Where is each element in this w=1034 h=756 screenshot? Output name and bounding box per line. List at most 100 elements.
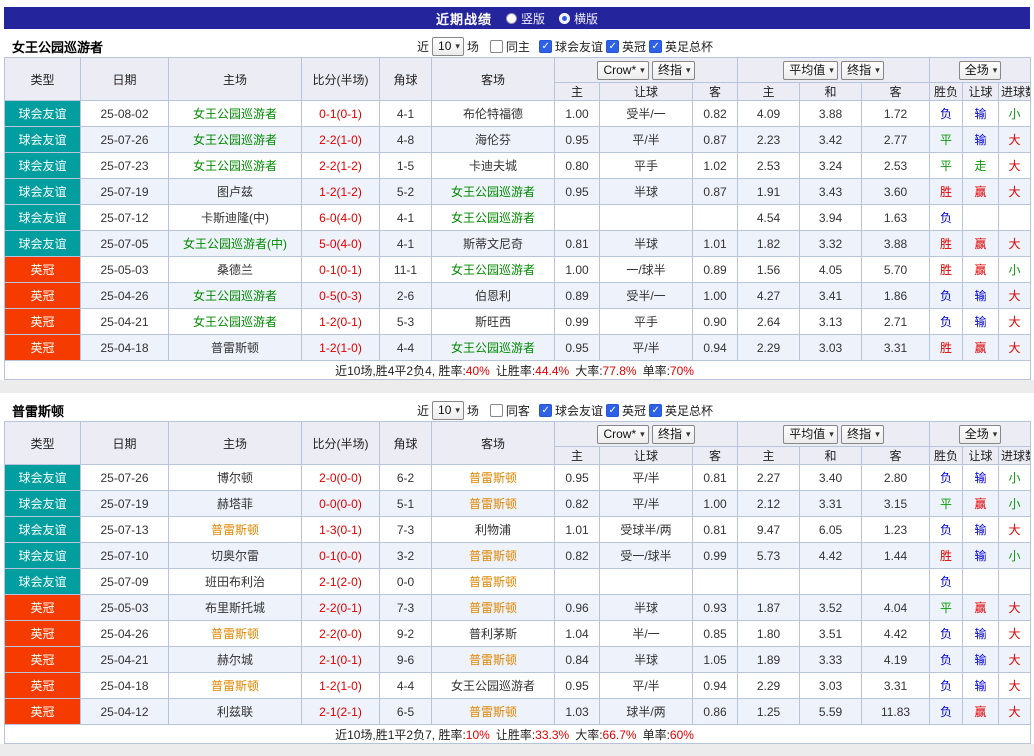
away-team[interactable]: 海伦芬	[431, 126, 555, 153]
same-venue-checkbox[interactable]	[489, 39, 503, 53]
away-team[interactable]: 利物浦	[431, 516, 555, 543]
average-select[interactable]: 平均值 ▾	[783, 424, 838, 444]
avg-draw: 3.31	[799, 490, 862, 517]
away-team[interactable]: 普利茅斯	[431, 620, 555, 647]
home-team[interactable]: 女王公园巡游者	[168, 308, 302, 335]
corners: 3-2	[379, 542, 432, 569]
league-badge: 英冠	[4, 282, 81, 309]
result-handicap: 输	[962, 516, 1000, 543]
odds-away: 0.94	[692, 334, 738, 361]
away-team[interactable]: 普雷斯顿	[431, 646, 555, 673]
home-team[interactable]: 普雷斯顿	[168, 334, 302, 361]
avg-draw: 3.24	[799, 152, 862, 179]
filters-bar: 近 10▾ 场 同客 球会友谊 英冠 英足总杯	[417, 400, 713, 420]
filter-friendly-checkbox[interactable]	[538, 403, 552, 417]
avg-home: 1.56	[737, 256, 800, 283]
home-team[interactable]: 赫尔城	[168, 646, 302, 673]
match-score: 2-1(2-0)	[301, 568, 380, 595]
away-team[interactable]: 普雷斯顿	[431, 490, 555, 517]
col-type: 类型	[4, 57, 81, 101]
home-team[interactable]: 班田布利治	[168, 568, 302, 595]
col-date: 日期	[80, 57, 169, 101]
layout-option-horizontal[interactable]: 横版	[559, 10, 598, 27]
match-date: 25-05-03	[80, 256, 169, 283]
result-outcome: 胜	[929, 542, 964, 569]
odds-handicap: 平/半	[599, 672, 693, 699]
home-team[interactable]: 博尔顿	[168, 464, 302, 491]
average-select[interactable]: 平均值 ▾	[783, 60, 838, 80]
corners: 7-3	[379, 516, 432, 543]
home-team[interactable]: 布里斯托城	[168, 594, 302, 621]
odds-away: 0.99	[692, 542, 738, 569]
match-row: 英冠 25-04-26 普雷斯顿 2-2(0-0) 9-2 普利茅斯 1.04 半/一 0.85…	[4, 620, 1032, 647]
odds-stage-select[interactable]: 终指 ▾	[652, 60, 695, 80]
away-team[interactable]: 女王公园巡游者	[431, 204, 555, 231]
away-team[interactable]: 普雷斯顿	[431, 464, 555, 491]
col-odds-handicap: 让球	[599, 446, 693, 465]
filter-championship-checkbox[interactable]	[605, 403, 619, 417]
avg-home: 1.89	[737, 646, 800, 673]
home-team[interactable]: 普雷斯顿	[168, 516, 302, 543]
col-odds-handicap: 让球	[599, 82, 693, 101]
away-team[interactable]: 普雷斯顿	[431, 698, 555, 725]
odds-source-select[interactable]: Crow* ▾	[597, 424, 649, 444]
result-goals: 大	[998, 178, 1032, 205]
home-team[interactable]: 女王公园巡游者(中)	[168, 230, 302, 257]
scope-select[interactable]: 全场 ▾	[958, 424, 1002, 444]
home-team[interactable]: 女王公园巡游者	[168, 126, 302, 153]
home-team[interactable]: 女王公园巡游者	[168, 282, 302, 309]
odds-home: 0.96	[554, 594, 600, 621]
filter-friendly-checkbox[interactable]	[538, 39, 552, 53]
odds-stage-select[interactable]: 终指 ▾	[652, 424, 695, 444]
away-team[interactable]: 斯蒂文尼奇	[431, 230, 555, 257]
odds-handicap: 受一/球半	[599, 542, 693, 569]
away-team[interactable]: 斯旺西	[431, 308, 555, 335]
away-team[interactable]: 女王公园巡游者	[431, 256, 555, 283]
filter-facup-checkbox[interactable]	[648, 39, 662, 53]
same-venue-checkbox[interactable]	[489, 403, 503, 417]
bottom-band	[0, 744, 1034, 756]
summary-text: 近10场,胜4平2负4, 胜率:40% 让胜率:44.4% 大率:77.8% 单率:7…	[3, 360, 1032, 380]
odds-away: 0.81	[692, 516, 738, 543]
home-team[interactable]: 女王公园巡游者	[168, 100, 302, 127]
home-team[interactable]: 图卢兹	[168, 178, 302, 205]
home-team[interactable]: 普雷斯顿	[168, 672, 302, 699]
home-team[interactable]: 女王公园巡游者	[168, 152, 302, 179]
filter-facup-checkbox[interactable]	[648, 403, 662, 417]
filter-friendly-label: 球会友谊	[554, 39, 603, 54]
away-team[interactable]: 女王公园巡游者	[431, 178, 555, 205]
match-score: 1-2(0-1)	[301, 308, 380, 335]
avg-away: 1.72	[860, 100, 931, 127]
corners: 5-2	[379, 178, 432, 205]
col-corner: 角球	[379, 57, 432, 101]
away-team[interactable]: 普雷斯顿	[431, 594, 555, 621]
layout-option-vertical[interactable]: 竖版	[505, 10, 545, 27]
away-team[interactable]: 伯恩利	[431, 282, 555, 309]
away-team[interactable]: 女王公园巡游者	[431, 334, 555, 361]
scope-select[interactable]: 全场 ▾	[958, 60, 1002, 80]
avg-home: 1.25	[737, 698, 800, 725]
away-team[interactable]: 卡迪夫城	[431, 152, 555, 179]
away-team[interactable]: 普雷斯顿	[431, 542, 555, 569]
odds-source-select[interactable]: Crow* ▾	[597, 60, 649, 80]
average-stage-select[interactable]: 终指 ▾	[841, 424, 884, 444]
average-stage-select[interactable]: 终指 ▾	[841, 60, 884, 80]
home-team[interactable]: 桑德兰	[168, 256, 302, 283]
away-team[interactable]: 布伦特福德	[431, 100, 555, 127]
home-team[interactable]: 赫塔菲	[168, 490, 302, 517]
away-team[interactable]: 普雷斯顿	[431, 568, 555, 595]
chevron-down-icon: ▾	[875, 428, 880, 439]
home-team[interactable]: 利兹联	[168, 698, 302, 725]
games-count-select[interactable]: 10 ▾	[432, 400, 464, 420]
col-avg-away: 客	[860, 446, 931, 465]
odds-home: 0.84	[554, 646, 600, 673]
home-team[interactable]: 切奥尔雷	[168, 542, 302, 569]
home-team[interactable]: 普雷斯顿	[168, 620, 302, 647]
home-team[interactable]: 卡斯迪隆(中)	[168, 204, 302, 231]
odds-handicap: 一/球半	[599, 256, 693, 283]
filter-championship-label: 英冠	[621, 39, 646, 54]
col-score: 比分(半场)	[301, 57, 380, 101]
games-count-select[interactable]: 10 ▾	[432, 36, 464, 56]
away-team[interactable]: 女王公园巡游者	[431, 672, 555, 699]
filter-championship-checkbox[interactable]	[605, 39, 619, 53]
